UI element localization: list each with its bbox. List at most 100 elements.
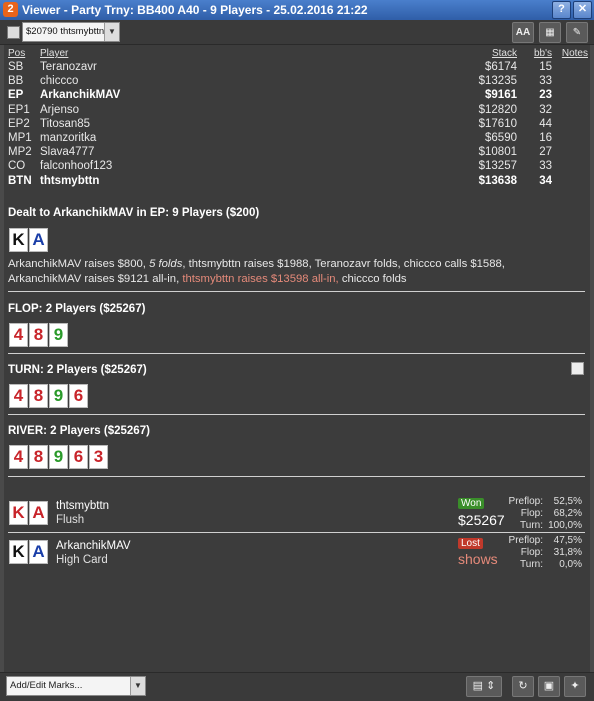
table-row: EP1 Arjenso $12820 32 (8, 103, 588, 117)
action-text: chiccco folds (338, 273, 407, 285)
equity-block: Preflop: 52,5% Flop: 68,2% Turn: 100,0% (464, 496, 582, 532)
row-stack: $13638 (478, 174, 517, 187)
help-icon[interactable]: ? (552, 1, 571, 19)
close-icon[interactable]: ✕ (573, 1, 592, 19)
table-row: EP2 Titosan85 $17610 44 (8, 117, 588, 131)
equity-label: Flop: (520, 508, 543, 519)
note-icon[interactable] (571, 362, 584, 375)
card: 9 (49, 323, 68, 347)
row-pos: EP (8, 89, 24, 102)
row-name: Arjenso (40, 103, 79, 116)
hole-cards: KA (9, 228, 49, 252)
card: 8 (29, 384, 48, 408)
card: 9 (49, 445, 68, 469)
row-name: manzoritka (40, 132, 97, 145)
divider (8, 532, 585, 533)
players-table: Pos Player Stack bb's Notes SB Teranozavr… (8, 47, 588, 188)
row-name: Teranozavr (40, 61, 97, 74)
font-size-button[interactable]: AA (512, 22, 534, 43)
pencil-icon[interactable]: ✎ (566, 22, 588, 43)
equity-value: 31,8% (553, 547, 582, 558)
row-name: thtsmybttn (40, 174, 100, 187)
result-hand: High Card (56, 554, 108, 566)
card: 9 (49, 384, 68, 408)
result-hand: Flush (56, 514, 85, 526)
card: 4 (9, 445, 28, 469)
table-row: EP ArkanchikMAV $9161 23 (8, 88, 588, 102)
row-stack: $13257 (478, 160, 517, 173)
row-notes (552, 174, 588, 188)
marks-select-value: Add/Edit Marks... (10, 680, 83, 691)
row-name: falconhoof123 (40, 160, 113, 173)
twitter-icon[interactable]: ✦ (564, 676, 586, 697)
row-pos: BB (8, 75, 24, 88)
equity-label: Turn: (520, 520, 543, 531)
toolbar: $20790 thtsmybttn ▼ AA ▦ ✎ (0, 20, 594, 45)
window-title: Viewer - Party Trny: BB400 A40 - 9 Playe… (22, 3, 368, 17)
preflop-title: Dealt to ArkanchikMAV in EP: 9 Players (… (8, 207, 260, 219)
divider (8, 291, 585, 292)
row-name: ArkanchikMAV (40, 89, 121, 102)
row-bbs: 44 (539, 117, 552, 130)
row-notes (552, 117, 588, 131)
equity-value: 52,5% (553, 496, 582, 507)
card: A (29, 540, 48, 564)
equity-value: 68,2% (553, 508, 582, 519)
flop-title: FLOP: 2 Players ($25267) (8, 303, 146, 315)
river-title: RIVER: 2 Players ($25267) (8, 425, 150, 437)
card: 4 (9, 384, 28, 408)
row-notes (552, 103, 588, 117)
card: 8 (29, 323, 48, 347)
player-select-value: $20790 thtsmybttn (26, 26, 105, 37)
row-bbs: 33 (539, 75, 552, 88)
card: K (9, 501, 28, 525)
card: A (29, 228, 48, 252)
result-cards: KA (9, 540, 49, 564)
row-stack: $17610 (478, 117, 517, 130)
equity-label: Turn: (520, 559, 543, 570)
title-bar: 2 Viewer - Party Trny: BB400 A40 - 9 Pla… (0, 0, 594, 20)
save-icon[interactable]: ▣ (538, 676, 560, 697)
grid-icon[interactable]: ▦ (539, 22, 561, 43)
marks-select[interactable]: Add/Edit Marks... ▼ (6, 676, 146, 696)
row-notes (552, 60, 588, 74)
row-notes (552, 74, 588, 88)
table-row: BB chiccco $13235 33 (8, 74, 588, 88)
row-name: Titosan85 (40, 117, 91, 130)
row-pos: SB (8, 61, 24, 74)
row-bbs: 23 (539, 89, 552, 102)
table-row: MP1 manzoritka $6590 16 (8, 131, 588, 145)
header-pos: Pos (8, 48, 26, 59)
row-stack: $6590 (485, 132, 517, 145)
row-bbs: 27 (539, 146, 552, 159)
header-bbs: bb's (533, 48, 552, 59)
row-stack: $6174 (485, 61, 517, 74)
row-pos: BTN (8, 174, 32, 187)
action-text: ArkanchikMAV raises $800, (8, 258, 150, 270)
table-row: SB Teranozavr $6174 15 (8, 60, 588, 74)
select-checkbox[interactable] (7, 26, 20, 39)
row-bbs: 34 (539, 174, 552, 187)
row-pos: EP2 (8, 117, 30, 130)
turn-title: TURN: 2 Players ($25267) (8, 364, 147, 376)
equity-label: Preflop: (508, 535, 543, 546)
river-cards: 48963 (9, 445, 109, 469)
hand-viewer: Pos Player Stack bb's Notes SB Teranozavr… (4, 45, 590, 672)
equity-value: 47,5% (553, 535, 582, 546)
equity-value: 0,0% (559, 559, 582, 570)
card: K (9, 228, 28, 252)
player-select[interactable]: $20790 thtsmybttn ▼ (22, 22, 120, 42)
header-stack: Stack (491, 48, 517, 59)
table-row: CO falconhoof123 $13257 33 (8, 159, 588, 173)
chevron-down-icon: ▼ (130, 677, 145, 695)
clipboard-icon[interactable]: ▤ ⇕ (466, 676, 502, 697)
equity-label: Preflop: (508, 496, 543, 507)
refresh-icon[interactable]: ↻ (512, 676, 534, 697)
equity-value: 100,0% (548, 520, 582, 531)
row-stack: $9161 (485, 89, 517, 102)
row-notes (552, 88, 588, 102)
card: 4 (9, 323, 28, 347)
table-row: BTN thtsmybttn $13638 34 (8, 174, 588, 188)
card: 8 (29, 445, 48, 469)
bottom-bar: Add/Edit Marks... ▼ ▤ ⇕ ↻ ▣ ✦ (0, 672, 594, 701)
